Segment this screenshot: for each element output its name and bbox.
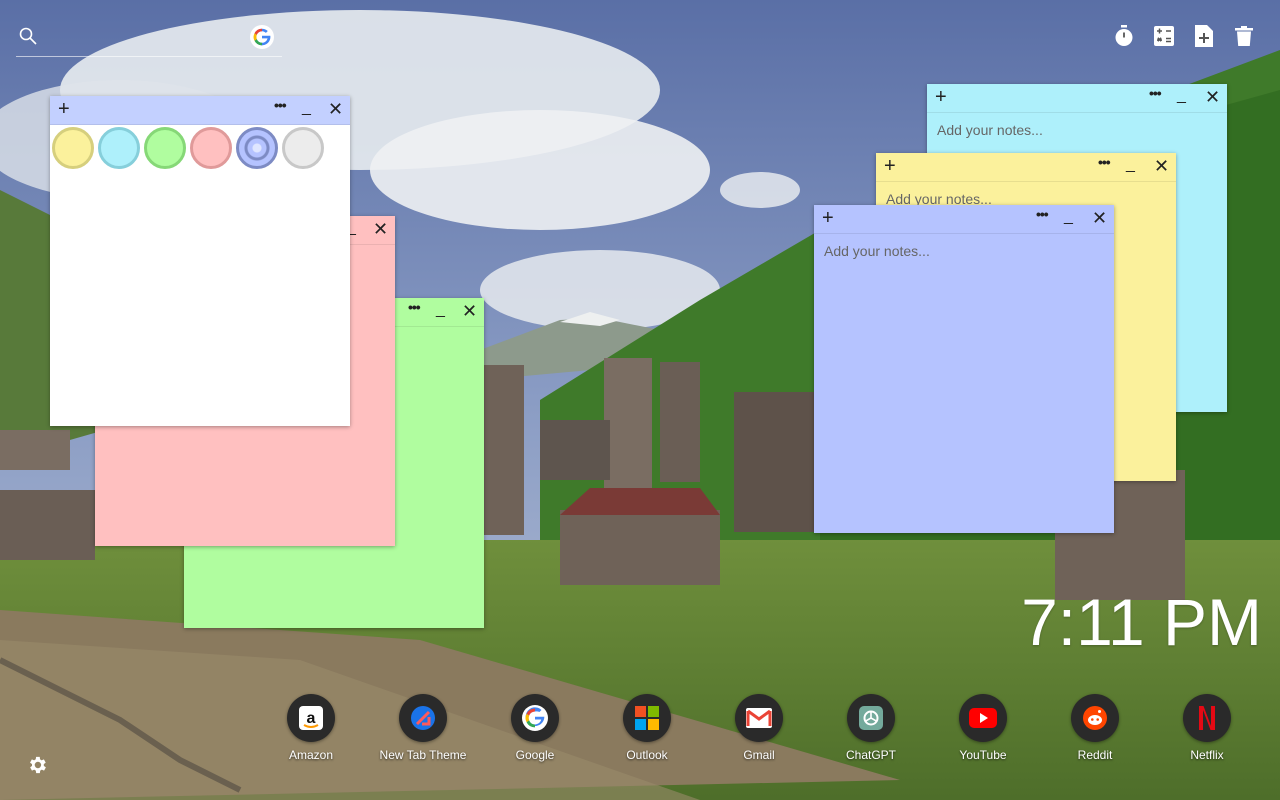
new-note-icon[interactable] [1192, 24, 1216, 48]
search-bar[interactable] [16, 22, 282, 57]
color-swatch-yellow[interactable] [52, 127, 94, 169]
more-options-button[interactable]: ••• [274, 97, 287, 113]
outlook-icon[interactable] [623, 694, 671, 742]
close-button[interactable]: ✕ [328, 99, 343, 120]
note-header[interactable]: + ••• _ ✕ [50, 96, 350, 125]
google-icon[interactable] [511, 694, 559, 742]
add-note-button[interactable]: + [935, 87, 947, 107]
add-note-button[interactable]: + [58, 99, 70, 119]
close-button[interactable]: ✕ [462, 301, 477, 322]
note-header[interactable]: + ••• _ ✕ [927, 84, 1227, 113]
trash-icon[interactable] [1232, 24, 1256, 48]
shortcut-label: Amazon [288, 748, 334, 762]
minimize-button[interactable]: _ [302, 99, 311, 117]
search-input[interactable] [44, 24, 248, 52]
shortcut-label: Netflix [1190, 748, 1224, 762]
close-button[interactable]: ✕ [1154, 156, 1169, 177]
shortcut-new-tab-theme[interactable]: New Tab Theme [367, 694, 479, 762]
calculator-icon[interactable] [1152, 24, 1176, 48]
amazon-icon[interactable]: a [287, 694, 335, 742]
note-placeholder[interactable]: Add your notes... [937, 122, 1217, 138]
reddit-icon[interactable] [1071, 694, 1119, 742]
more-options-button[interactable]: ••• [1098, 154, 1111, 170]
minimize-button[interactable]: _ [1177, 87, 1186, 105]
color-swatch-cyan[interactable] [98, 127, 140, 169]
svg-text:a: a [307, 710, 316, 727]
close-button[interactable]: ✕ [1092, 208, 1107, 229]
shortcut-youtube[interactable]: YouTube [927, 694, 1039, 762]
timer-icon[interactable] [1112, 24, 1136, 48]
shortcut-label: YouTube [959, 748, 1007, 762]
google-g-icon[interactable] [250, 25, 274, 49]
shortcut-label: New Tab Theme [379, 748, 467, 762]
chatgpt-icon[interactable] [847, 694, 895, 742]
color-swatch-pink[interactable] [190, 127, 232, 169]
sticky-note-blue[interactable]: + ••• _ ✕ Add your notes... [814, 205, 1114, 533]
shortcut-label: Google [515, 748, 555, 762]
close-button[interactable]: ✕ [373, 219, 388, 240]
shortcut-gmail[interactable]: Gmail [703, 694, 815, 762]
add-note-button[interactable]: + [822, 208, 834, 228]
color-swatch-green[interactable] [144, 127, 186, 169]
netflix-icon[interactable] [1183, 694, 1231, 742]
shortcut-chatgpt[interactable]: ChatGPT [815, 694, 927, 762]
search-icon[interactable] [18, 26, 38, 46]
shortcut-netflix[interactable]: Netflix [1151, 694, 1263, 762]
color-swatch-white[interactable] [282, 127, 324, 169]
youtube-icon[interactable] [959, 694, 1007, 742]
note-placeholder[interactable]: Add your notes... [824, 243, 1104, 259]
more-options-button[interactable]: ••• [1036, 206, 1049, 222]
shortcut-google[interactable]: Google [479, 694, 591, 762]
shortcut-outlook[interactable]: Outlook [591, 694, 703, 762]
color-swatches [50, 125, 350, 171]
close-button[interactable]: ✕ [1205, 87, 1220, 108]
top-toolbar [1112, 24, 1256, 48]
shortcut-label: Gmail [743, 748, 775, 762]
gmail-icon[interactable] [735, 694, 783, 742]
gear-icon[interactable] [26, 754, 48, 776]
shortcut-amazon[interactable]: a Amazon [255, 694, 367, 762]
note-header[interactable]: + ••• _ ✕ [876, 153, 1176, 182]
shortcut-label: Outlook [626, 748, 668, 762]
color-swatch-blue[interactable] [236, 127, 278, 169]
minimize-button[interactable]: _ [1126, 156, 1135, 174]
note-header[interactable]: + ••• _ ✕ [814, 205, 1114, 234]
shortcut-label: ChatGPT [845, 748, 896, 762]
more-options-button[interactable]: ••• [1149, 85, 1162, 101]
minimize-button[interactable]: _ [436, 301, 445, 319]
shortcut-reddit[interactable]: Reddit [1039, 694, 1151, 762]
shortcut-label: Reddit [1077, 748, 1113, 762]
new-tab-theme-icon[interactable] [399, 694, 447, 742]
add-note-button[interactable]: + [884, 156, 896, 176]
more-options-button[interactable]: ••• [408, 299, 421, 315]
clock: 7:11 PM [1021, 585, 1262, 659]
minimize-button[interactable]: _ [1064, 208, 1073, 226]
sticky-note-color-picker[interactable]: + ••• _ ✕ [50, 96, 350, 426]
